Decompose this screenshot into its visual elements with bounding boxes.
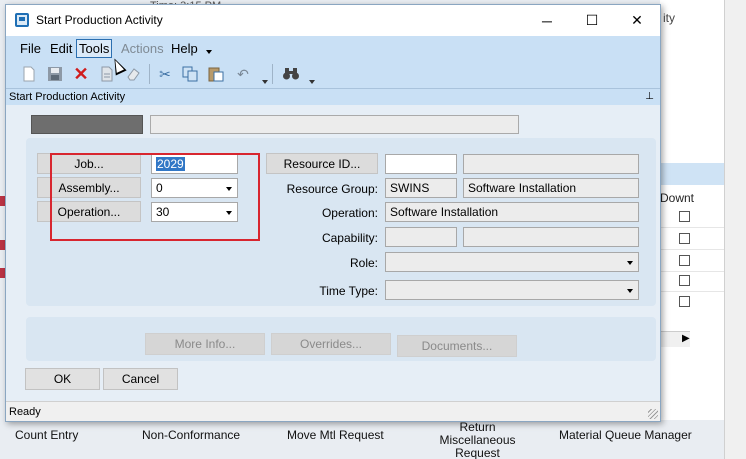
menu-help[interactable]: Help — [171, 41, 198, 56]
bottom-item-non-conformance[interactable]: Non-Conformance — [142, 428, 240, 442]
role-label: Role: — [349, 256, 378, 270]
chevron-down-icon[interactable] — [627, 289, 633, 293]
background-row-line — [660, 271, 724, 272]
new-icon[interactable] — [20, 65, 38, 83]
resource-group-description: Software Installation — [463, 178, 639, 198]
background-right-panel — [660, 0, 724, 459]
toolbar-separator — [149, 64, 150, 84]
status-bar: Ready — [6, 401, 660, 421]
panel-title: Start Production Activity — [9, 91, 126, 103]
menu-tools[interactable]: Tools — [76, 39, 113, 58]
resource-id-input[interactable] — [385, 154, 457, 174]
menu-edit[interactable]: Edit — [50, 41, 72, 56]
delete-icon[interactable]: ✕ — [72, 64, 90, 84]
background-checkbox[interactable] — [679, 275, 690, 286]
resource-id-button[interactable]: Resource ID... — [266, 153, 378, 174]
capability-field — [385, 227, 457, 247]
bottom-item-material-queue-manager[interactable]: Material Queue Manager — [559, 428, 692, 442]
resource-group-field: SWINS — [385, 178, 457, 198]
header-indicator — [31, 115, 143, 134]
highlight-annotation-box — [50, 153, 260, 241]
chevron-down-icon[interactable] — [627, 261, 633, 265]
paste-icon[interactable] — [207, 65, 225, 83]
actions-group: More Info... Overrides... Documents... — [26, 317, 656, 361]
menu-bar: File Edit Tools Actions Help — [6, 36, 660, 60]
operation-description-field: Software Installation — [385, 202, 639, 222]
form-content: Job... 2029 Assembly... 0 Operation... 3… — [6, 105, 660, 401]
status-text: Ready — [9, 406, 41, 418]
background-grid-header — [660, 163, 724, 185]
undo-icon[interactable]: ↶ — [234, 65, 252, 83]
time-type-label: Time Type: — [319, 284, 378, 298]
header-description-field — [150, 115, 519, 134]
pin-icon[interactable]: ⊥ — [645, 91, 654, 102]
close-button[interactable]: ✕ — [614, 5, 660, 36]
background-column-header: Downt — [660, 191, 695, 205]
copy-icon[interactable] — [181, 65, 199, 83]
capability-description — [463, 227, 639, 247]
cancel-button[interactable]: Cancel — [103, 368, 178, 390]
more-info-button[interactable]: More Info... — [145, 333, 265, 355]
bottom-item-count-entry[interactable]: Count Entry — [15, 428, 78, 442]
background-checkbox[interactable] — [679, 255, 690, 266]
overrides-button[interactable]: Overrides... — [271, 333, 391, 355]
eraser-icon[interactable] — [124, 65, 142, 83]
resource-id-description — [463, 154, 639, 174]
panel-header: Start Production Activity ⊥ — [6, 88, 660, 105]
background-row-line — [660, 249, 724, 250]
toolbar-separator — [272, 64, 273, 84]
background-checkbox[interactable] — [679, 296, 690, 307]
background-scroll-strip[interactable] — [724, 0, 746, 459]
menu-file[interactable]: File — [20, 41, 41, 56]
menu-overflow-chevron-icon[interactable] — [206, 50, 212, 54]
minimize-button[interactable]: ─ — [524, 5, 570, 36]
app-window-icon — [15, 13, 29, 27]
resize-grip-icon[interactable] — [648, 409, 658, 419]
menu-actions[interactable]: Actions — [121, 41, 164, 56]
maximize-button[interactable]: ☐ — [569, 5, 615, 36]
bottom-item-return-misc-request[interactable]: Return Miscellaneous Request — [420, 421, 535, 459]
binoculars-icon[interactable] — [282, 65, 300, 83]
undo-dropdown-chevron-down-icon[interactable] — [262, 80, 268, 84]
cut-icon[interactable]: ✂ — [156, 65, 174, 83]
title-bar[interactable]: Start Production Activity ─ ☐ ✕ — [6, 5, 660, 36]
time-type-select[interactable] — [385, 280, 639, 300]
background-checkbox[interactable] — [679, 211, 690, 222]
start-production-activity-dialog: Start Production Activity ─ ☐ ✕ File Edi… — [5, 4, 661, 422]
role-select[interactable] — [385, 252, 639, 272]
documents-button[interactable]: Documents... — [397, 335, 517, 357]
background-title-fragment: ity — [663, 11, 675, 25]
scroll-right-icon[interactable]: ▶ — [682, 333, 690, 344]
save-icon[interactable] — [46, 65, 64, 83]
toolbar: ✕ ✂ ↶ — [6, 60, 660, 88]
background-checkbox[interactable] — [679, 233, 690, 244]
window-title: Start Production Activity — [36, 13, 163, 27]
background-row-line — [660, 291, 724, 292]
background-row-line — [660, 227, 724, 228]
ok-button[interactable]: OK — [25, 368, 100, 390]
bottom-item-move-mtl-request[interactable]: Move Mtl Request — [287, 428, 384, 442]
search-dropdown-chevron-down-icon[interactable] — [309, 80, 315, 84]
